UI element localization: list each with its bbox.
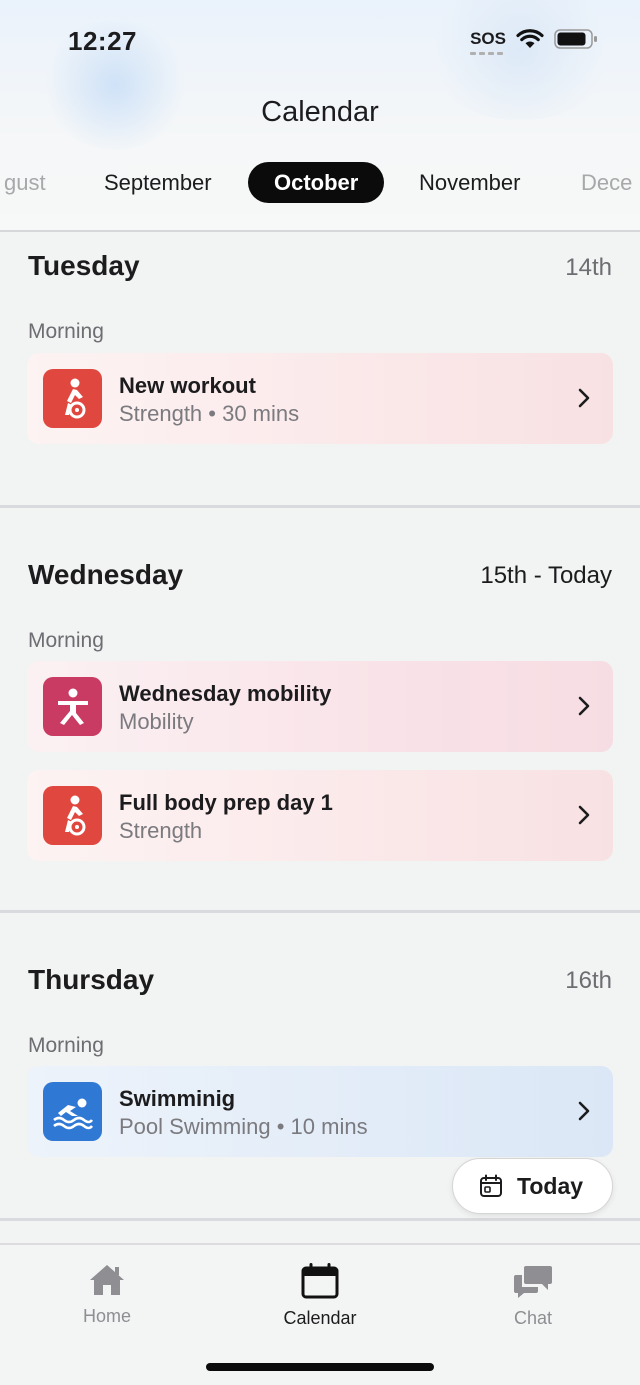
- workout-subtitle: Strength • 30 mins: [119, 401, 300, 426]
- day-period: Morning: [28, 1034, 104, 1057]
- workout-card[interactable]: Full body prep day 1 Strength: [27, 770, 613, 861]
- day-date: 14th: [565, 254, 612, 281]
- day-period: Morning: [28, 320, 104, 343]
- swimmer-icon: [43, 1082, 102, 1141]
- tab-label: Chat: [513, 1308, 553, 1328]
- home-indicator: [206, 1363, 434, 1371]
- stretching-figure-icon: [43, 677, 102, 736]
- header: 12:27 SOS Calendar gust September Octobe…: [0, 0, 640, 230]
- battery-icon: [554, 29, 597, 49]
- day-date: 16th: [565, 967, 612, 994]
- tab-home[interactable]: Home: [37, 1263, 177, 1327]
- day-section-tuesday: Tuesday 14th Morning New workout Strengt…: [0, 232, 640, 506]
- today-button[interactable]: Today: [452, 1158, 613, 1214]
- month-selector[interactable]: gust September October November Dece: [0, 162, 640, 204]
- workout-card[interactable]: Swimminig Pool Swimming • 10 mins: [27, 1066, 613, 1157]
- tab-chat[interactable]: Chat: [463, 1263, 603, 1329]
- workout-subtitle: Pool Swimming • 10 mins: [119, 1114, 368, 1139]
- workout-title: Swimminig: [119, 1086, 236, 1111]
- section-divider: [0, 1218, 640, 1221]
- chevron-right-icon: [578, 805, 590, 825]
- calendar-small-icon: [480, 1174, 502, 1197]
- status-icons: SOS: [470, 28, 598, 55]
- workout-subtitle: Mobility: [119, 709, 194, 734]
- wifi-icon: [516, 29, 544, 48]
- day-period: Morning: [28, 629, 104, 652]
- month-tab-december[interactable]: Dece: [581, 162, 632, 203]
- workout-title: Full body prep day 1: [119, 790, 333, 815]
- month-tab-august[interactable]: gust: [4, 162, 46, 203]
- calendar-icon: [301, 1263, 339, 1299]
- tab-label: Calendar: [283, 1308, 357, 1328]
- status-time: 12:27: [68, 26, 137, 56]
- workout-card[interactable]: New workout Strength • 30 mins: [27, 353, 613, 444]
- weightlifting-icon: [43, 786, 102, 845]
- weightlifting-icon: [43, 369, 102, 428]
- day-date-today: 15th - Today: [480, 562, 612, 589]
- signal-dots: [470, 52, 504, 55]
- page-title: Calendar: [261, 96, 379, 128]
- sos-indicator: SOS: [470, 29, 506, 55]
- chevron-right-icon: [578, 696, 590, 716]
- day-name: Tuesday: [28, 250, 140, 281]
- month-tab-november[interactable]: November: [419, 162, 520, 203]
- chat-bubbles-icon: [514, 1266, 552, 1298]
- chevron-right-icon: [578, 1101, 590, 1121]
- sos-label: SOS: [470, 29, 506, 48]
- house-icon: [90, 1265, 124, 1295]
- workout-title: New workout: [119, 373, 256, 398]
- tab-label: Home: [82, 1306, 131, 1326]
- today-button-label: Today: [517, 1172, 584, 1199]
- tab-calendar[interactable]: Calendar: [250, 1263, 390, 1329]
- workout-subtitle: Strength: [119, 818, 203, 843]
- day-section-wednesday: Wednesday 15th - Today Morning Wednesday…: [0, 508, 640, 911]
- workout-title: Wednesday mobility: [119, 681, 332, 706]
- month-tab-october[interactable]: October: [248, 162, 385, 203]
- workout-card[interactable]: Wednesday mobility Mobility: [27, 661, 613, 752]
- chevron-right-icon: [578, 388, 590, 408]
- day-name: Thursday: [28, 964, 155, 995]
- month-tab-september[interactable]: September: [104, 162, 212, 203]
- day-name: Wednesday: [28, 559, 184, 590]
